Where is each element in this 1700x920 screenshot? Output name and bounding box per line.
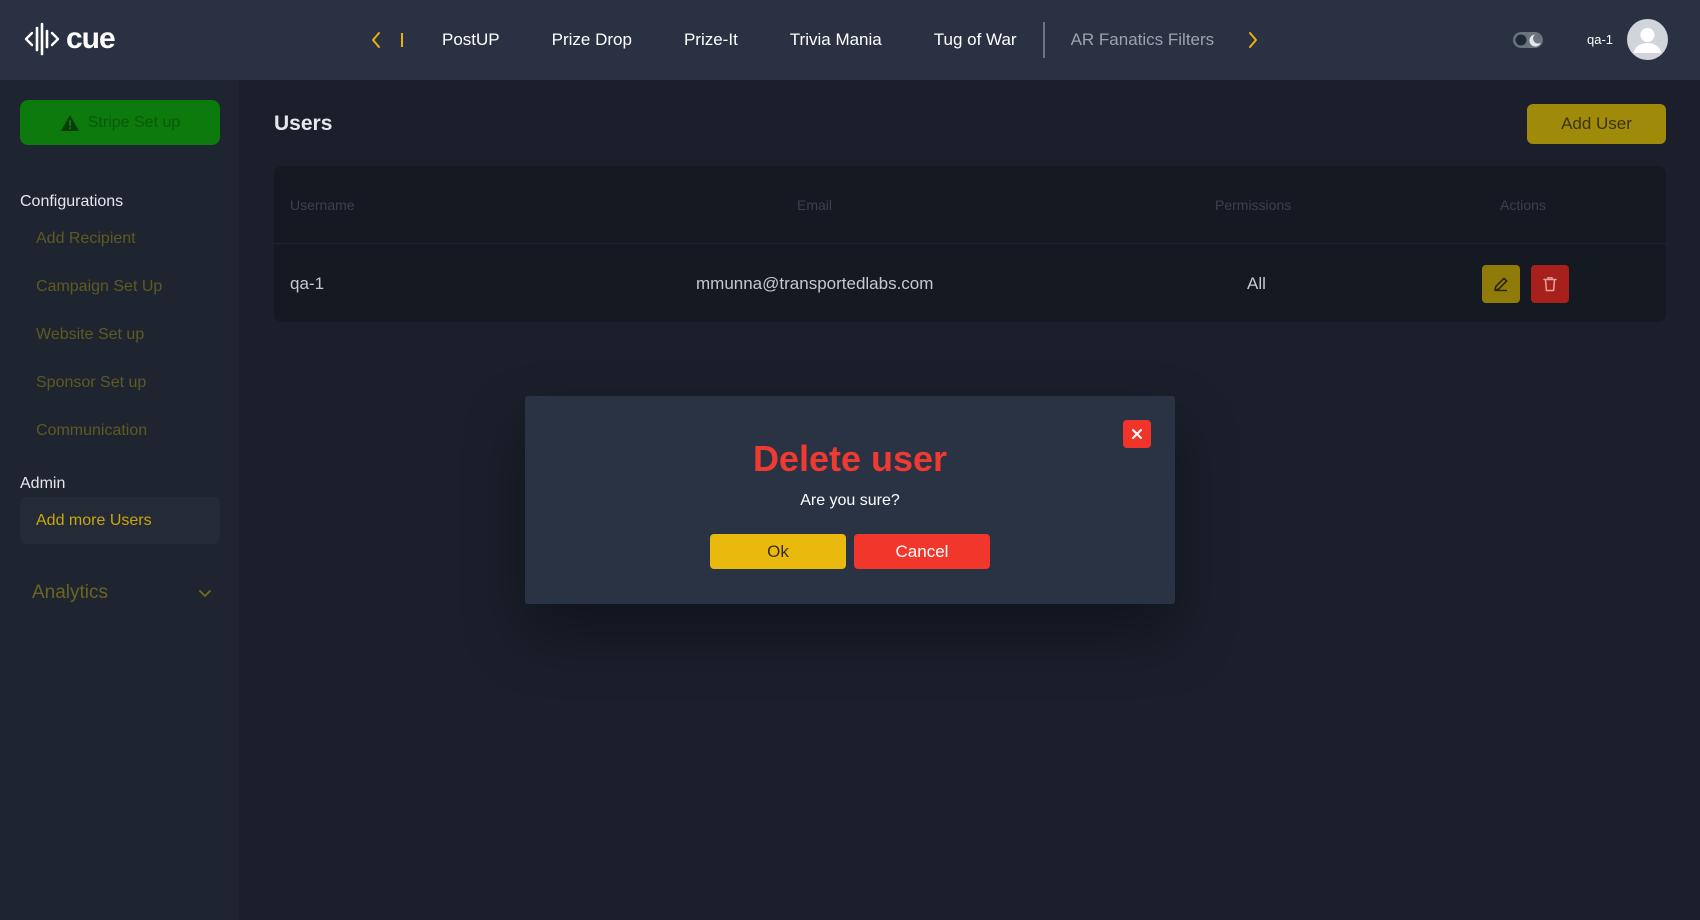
page-title: Users xyxy=(274,112,333,135)
stripe-setup-label: Stripe Set up xyxy=(87,113,181,131)
cancel-button[interactable]: Cancel xyxy=(854,534,990,569)
admin-heading: Admin xyxy=(20,475,66,492)
chevron-down-icon xyxy=(199,590,211,597)
tab-postup[interactable]: PostUP xyxy=(416,30,526,50)
sidebar-item-communication[interactable]: Communication xyxy=(36,422,147,440)
sidebar-item-sponsor-setup[interactable]: Sponsor Set up xyxy=(36,374,146,392)
brand-name: cue xyxy=(66,22,116,55)
add-user-button[interactable]: Add User xyxy=(1527,104,1666,144)
tab-ar-fanatics-filters[interactable]: AR Fanatics Filters xyxy=(1045,30,1241,50)
tab-tug-of-war[interactable]: Tug of War xyxy=(908,30,1043,50)
user-avatar-icon xyxy=(1634,28,1661,53)
sidebar-item-campaign-setup[interactable]: Campaign Set Up xyxy=(36,278,162,296)
avatar[interactable] xyxy=(1627,19,1668,60)
nav-next-button[interactable] xyxy=(1239,26,1267,54)
column-header-actions: Actions xyxy=(1500,197,1546,213)
current-username: qa-1 xyxy=(1587,32,1614,47)
sidebar: Stripe Set up Configurations Add Recipie… xyxy=(0,80,239,920)
nav-prev-button[interactable] xyxy=(362,26,390,54)
table-header: Username Email Permissions Actions xyxy=(274,166,1666,244)
column-header-email: Email xyxy=(797,197,833,213)
sidebar-item-website-setup[interactable]: Website Set up xyxy=(36,326,144,344)
delete-user-dialog: Delete user Are you sure? Ok Cancel xyxy=(525,396,1175,604)
top-navigation-bar: cue PostUP Prize Drop Prize-It Trivia Ma… xyxy=(0,0,1700,80)
delete-user-button[interactable] xyxy=(1531,265,1569,303)
game-tabs: PostUP Prize Drop Prize-It Trivia Mania … xyxy=(416,0,1240,80)
dialog-title: Delete user xyxy=(752,438,948,479)
column-header-permissions: Permissions xyxy=(1215,197,1292,213)
cell-email: mmunna@transportedlabs.com xyxy=(696,274,934,293)
nav-scroll-indicator xyxy=(401,33,403,47)
chevron-right-icon xyxy=(1249,32,1257,48)
users-table: Username Email Permissions Actions qa-1 … xyxy=(274,166,1666,322)
ok-button[interactable]: Ok xyxy=(710,534,846,569)
pencil-icon xyxy=(1494,277,1508,292)
chevron-left-icon xyxy=(372,32,380,48)
edit-user-button[interactable] xyxy=(1482,265,1520,303)
cell-permissions: All xyxy=(1247,274,1266,293)
trash-icon xyxy=(1543,277,1557,292)
analytics-section-toggle[interactable]: Analytics xyxy=(32,578,212,608)
cue-logo[interactable]: cue xyxy=(24,20,116,58)
warning-icon xyxy=(60,114,79,131)
column-header-username: Username xyxy=(290,197,355,213)
sidebar-item-add-recipient[interactable]: Add Recipient xyxy=(36,230,136,248)
analytics-label: Analytics xyxy=(32,582,109,603)
waveform-icon xyxy=(24,22,60,56)
tab-trivia-mania[interactable]: Trivia Mania xyxy=(764,30,908,50)
dark-mode-toggle-icon xyxy=(1513,32,1543,48)
sidebar-item-add-more-users[interactable]: Add more Users xyxy=(20,497,220,544)
stripe-setup-button[interactable]: Stripe Set up xyxy=(20,100,220,145)
tab-prize-it[interactable]: Prize-It xyxy=(658,30,764,50)
dialog-message: Are you sure? xyxy=(800,492,900,509)
cell-username: qa-1 xyxy=(290,274,325,293)
theme-toggle[interactable] xyxy=(1512,28,1546,52)
tab-prize-drop[interactable]: Prize Drop xyxy=(526,30,658,50)
configurations-heading: Configurations xyxy=(20,193,124,210)
